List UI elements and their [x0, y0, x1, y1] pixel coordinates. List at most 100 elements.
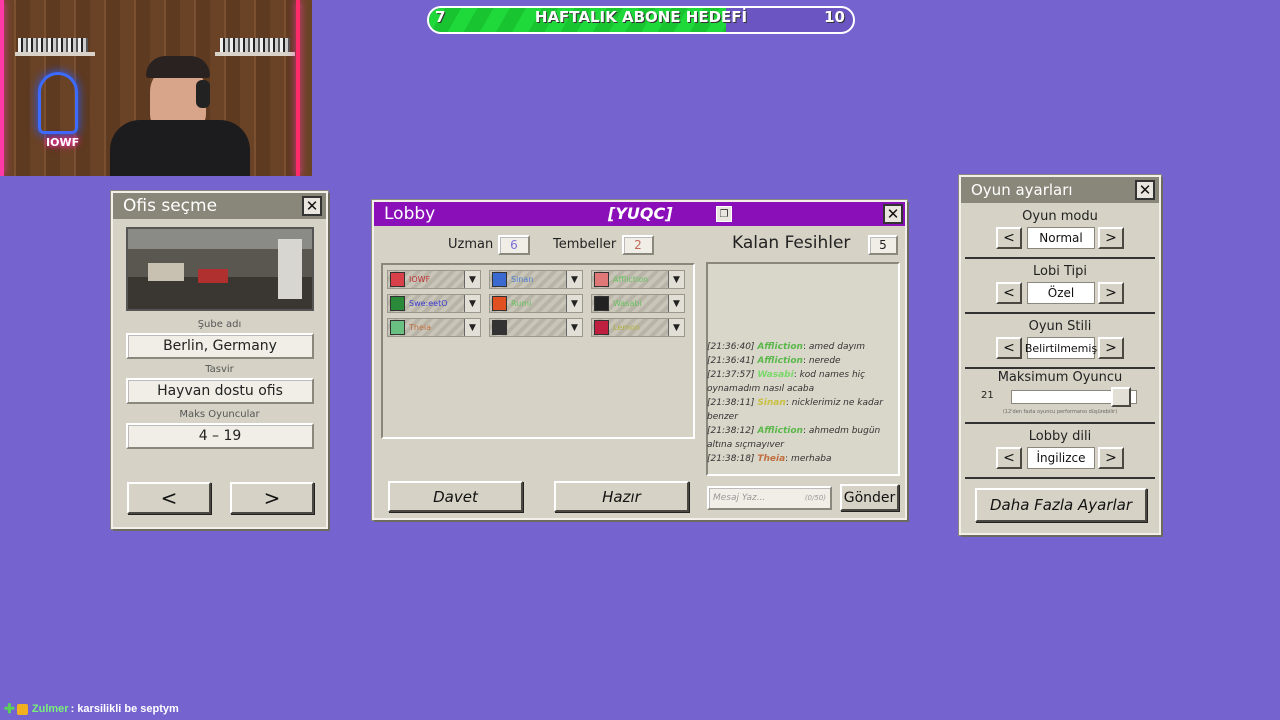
headphones-icon: [196, 80, 210, 108]
chevron-down-icon[interactable]: ▼: [464, 295, 480, 312]
message-placeholder: Mesaj Yaz...: [713, 493, 766, 503]
player-slot[interactable]: IOWF ▼: [387, 270, 481, 289]
ready-button[interactable]: Hazır: [554, 481, 689, 512]
description-label: Tasvir: [205, 364, 234, 375]
lobby-type-prev-button[interactable]: <: [996, 282, 1022, 304]
invite-button[interactable]: Davet: [388, 481, 523, 512]
max-players-slider[interactable]: [1011, 387, 1137, 407]
close-button[interactable]: ✕: [883, 204, 903, 224]
game-style-next-button[interactable]: >: [1098, 337, 1124, 359]
game-style-prev-button[interactable]: <: [996, 337, 1022, 359]
player-slot[interactable]: Swe:eetO ▼: [387, 294, 481, 313]
slider-thumb[interactable]: [1110, 387, 1131, 407]
player-avatar-icon: [492, 296, 507, 311]
books: [18, 38, 88, 52]
chat-line: [21:36:41] Affliction: nerede: [707, 356, 841, 366]
neon-logo-text: IOWF: [46, 136, 80, 149]
chat-author: Theia: [757, 454, 786, 464]
player-slot[interactable]: Theia ▼: [387, 318, 481, 337]
divider: [965, 422, 1155, 424]
player-name: IOWF: [409, 275, 431, 284]
chat-log: [21:36:40] Affliction: amed dayım [21:36:…: [707, 340, 897, 466]
divider: [965, 312, 1155, 314]
chevron-down-icon[interactable]: ▼: [566, 319, 582, 336]
game-mode-prev-button[interactable]: <: [996, 227, 1022, 249]
chat-author: Wasabi: [757, 370, 794, 380]
chevron-down-icon[interactable]: ▼: [668, 295, 684, 312]
game-style-label: Oyun Stili: [1028, 319, 1092, 334]
player-slot[interactable]: Wasabi ▼: [591, 294, 685, 313]
more-settings-button[interactable]: Daha Fazla Ayarlar: [975, 488, 1147, 522]
chevron-down-icon[interactable]: ▼: [566, 295, 582, 312]
badge-icon: [16, 703, 28, 715]
shelf: [215, 52, 295, 56]
lobby-language-next-button[interactable]: >: [1098, 447, 1124, 469]
chat-line: [21:38:11] Sinan: nicklerimiz ne kadar b…: [707, 398, 883, 422]
chair: [198, 269, 228, 283]
player-slot[interactable]: Sinan ▼: [489, 270, 583, 289]
game-mode-next-button[interactable]: >: [1098, 227, 1124, 249]
chevron-down-icon[interactable]: ▼: [566, 271, 582, 288]
lobby-type-label: Lobi Tipi: [1033, 264, 1087, 279]
chat-timestamp: [21:38:12]: [707, 426, 755, 436]
player-name: Wasabi: [613, 299, 642, 308]
prev-office-button[interactable]: <: [127, 482, 211, 514]
branch-label: Şube adı: [197, 319, 242, 330]
office-preview-image: [126, 227, 314, 311]
game-settings-window: Oyun ayarları ✕ Oyun modu < Normal > Lob…: [959, 175, 1161, 535]
player-name: Theia: [409, 323, 432, 332]
plus-icon: ✚: [4, 701, 15, 716]
lobby-language-value: İngilizce: [1027, 447, 1095, 469]
stream-chat-message: ✚ Zulmer : karsilikli be septym: [4, 701, 179, 717]
chevron-down-icon[interactable]: ▼: [668, 271, 684, 288]
close-button[interactable]: ✕: [1135, 180, 1155, 200]
chat-timestamp: [21:38:18]: [707, 454, 755, 464]
chevron-down-icon[interactable]: ▼: [464, 319, 480, 336]
max-players-value: 21: [981, 390, 994, 401]
chat-text: : karsilikli be septym: [70, 703, 179, 715]
player-avatar-icon: [594, 296, 609, 311]
window-title: Lobby: [384, 204, 436, 224]
lobby-type-next-button[interactable]: >: [1098, 282, 1124, 304]
max-players-note: (12'den fazla oyuncu performansı düşüreb…: [1002, 409, 1118, 415]
player-slot[interactable]: Rumi ▼: [489, 294, 583, 313]
close-button[interactable]: ✕: [302, 196, 322, 216]
divider: [965, 367, 1155, 369]
branch-name-field[interactable]: Berlin, Germany: [126, 333, 314, 359]
max-players-label: Maks Oyuncular: [179, 409, 260, 420]
chat-line: [21:38:12] Affliction: ahmedm bugün altı…: [707, 426, 881, 450]
player-slot[interactable]: Affliction ▼: [591, 270, 685, 289]
chat-author: Affliction: [757, 356, 803, 366]
lobby-code: [YUQC]: [608, 204, 673, 223]
send-button[interactable]: Gönder: [840, 484, 899, 511]
chat-timestamp: [21:36:40]: [707, 342, 755, 352]
chat-message: nerede: [808, 356, 841, 366]
webcam-overlay: IOWF: [0, 0, 312, 176]
chat-line: [21:37:57] Wasabi: kod names hiç oynamad…: [707, 370, 866, 394]
player-slot[interactable]: Lemon ▼: [591, 318, 685, 337]
window-title: Ofis seçme: [113, 193, 326, 219]
next-office-button[interactable]: >: [230, 482, 314, 514]
chat-line: [21:38:18] Theia: merhaba: [707, 454, 832, 464]
description-field[interactable]: Hayvan dostu ofis: [126, 378, 314, 404]
goal-target: 10: [824, 8, 845, 26]
goal-label: HAFTALIK ABONE HEDEFİ: [534, 8, 748, 26]
message-input[interactable]: Mesaj Yaz... (0/50): [707, 486, 832, 510]
copy-code-icon[interactable]: ❐: [716, 206, 732, 222]
led-strip: [0, 0, 4, 176]
player-avatar-icon: [492, 320, 507, 335]
player-name: Lemon: [613, 323, 640, 332]
message-counter: (0/50): [804, 494, 826, 502]
led-strip: [296, 0, 300, 176]
shelf: [15, 52, 95, 56]
desk: [148, 263, 184, 281]
subscriber-goal-bar: 7 HAFTALIK ABONE HEDEFİ 10: [427, 6, 855, 34]
lobby-language-label: Lobby dili: [1028, 429, 1092, 444]
lazy-label: Tembeller: [553, 237, 617, 252]
chevron-down-icon[interactable]: ▼: [464, 271, 480, 288]
player-slot[interactable]: ▼: [489, 318, 583, 337]
chevron-down-icon[interactable]: ▼: [668, 319, 684, 336]
chat-author: Affliction: [757, 342, 803, 352]
streamer-body: [110, 120, 250, 176]
lobby-language-prev-button[interactable]: <: [996, 447, 1022, 469]
